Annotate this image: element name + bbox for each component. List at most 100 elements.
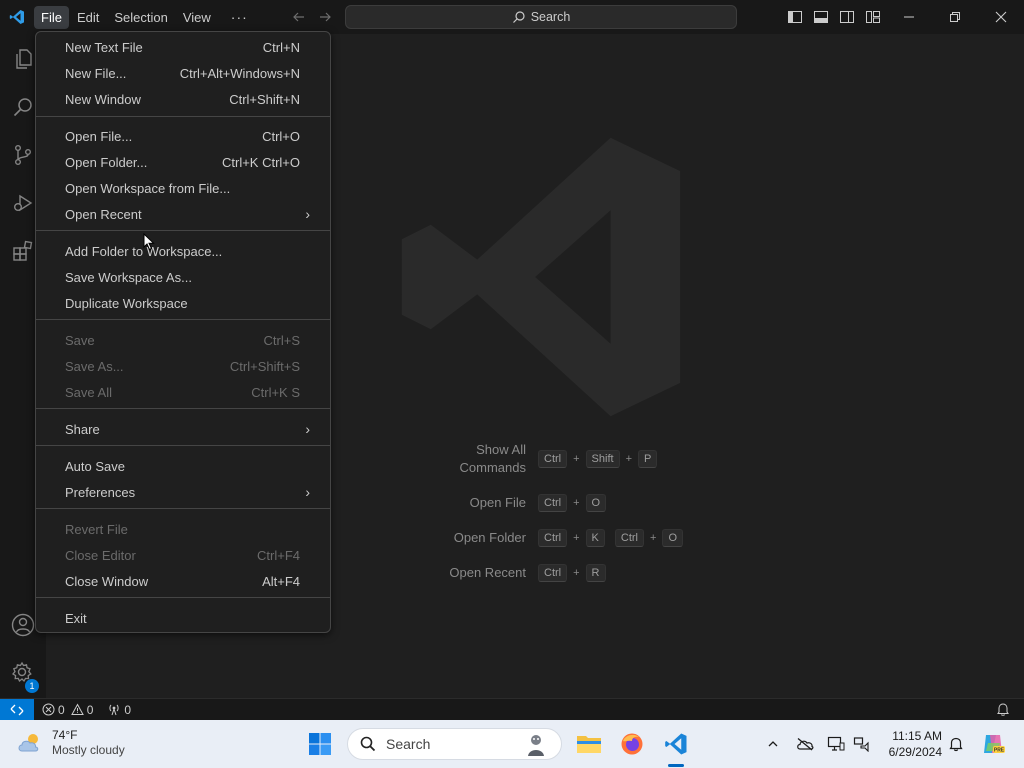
vscode-logo-icon bbox=[0, 0, 34, 34]
menu-item-new-window[interactable]: New Window Ctrl+Shift+N bbox=[40, 87, 326, 111]
shortcut-show-all-commands: Show All Commands Ctrl + Shift + P bbox=[446, 441, 658, 477]
active-app-indicator bbox=[668, 764, 684, 767]
remote-indicator-icon[interactable] bbox=[0, 698, 34, 721]
windows-start-icon[interactable] bbox=[308, 732, 332, 761]
display-icon[interactable] bbox=[826, 734, 846, 754]
menu-item-add-folder-to-workspace[interactable]: Add Folder to Workspace... bbox=[40, 239, 326, 263]
toggle-panel-icon[interactable] bbox=[811, 7, 831, 27]
restore-window-icon[interactable] bbox=[932, 0, 978, 34]
vscode-watermark-logo-icon bbox=[396, 132, 686, 427]
menu-item-open-workspace-from-file[interactable]: Open Workspace from File... bbox=[40, 176, 326, 200]
ports-count: 0 bbox=[124, 702, 132, 717]
menu-selection[interactable]: Selection bbox=[107, 6, 174, 29]
search-icon bbox=[512, 11, 525, 23]
menu-item-save-all: Save All Ctrl+K S bbox=[65, 384, 300, 400]
key-ctrl: Ctrl bbox=[538, 450, 568, 468]
notifications-bell-icon[interactable] bbox=[996, 702, 1010, 720]
taskbar-search-box[interactable]: Search bbox=[347, 728, 562, 760]
menu-item-duplicate-workspace[interactable]: Duplicate Workspace bbox=[40, 291, 326, 315]
menu-item-save-as: Save As... Ctrl+Shift+S bbox=[65, 358, 300, 374]
customize-layout-icon[interactable] bbox=[863, 7, 883, 27]
menu-file[interactable]: File bbox=[34, 5, 69, 29]
problems-indicator[interactable]: 0 0 bbox=[42, 703, 93, 717]
vscode-taskbar-icon[interactable] bbox=[658, 728, 694, 760]
menu-item-new-text-file[interactable]: New Text File Ctrl+N bbox=[40, 35, 326, 59]
menu-view[interactable]: View bbox=[176, 6, 218, 29]
key-r: R bbox=[585, 564, 606, 582]
key-plus: + bbox=[625, 453, 632, 465]
file-explorer-icon[interactable] bbox=[571, 728, 607, 760]
shortcut-open-recent: Open Recent Ctrl + R bbox=[446, 564, 606, 582]
key-p: P bbox=[638, 450, 658, 468]
key-ctrl: Ctrl bbox=[538, 529, 568, 547]
mouse-pointer-icon bbox=[143, 232, 155, 256]
key-k: K bbox=[585, 529, 605, 547]
toggle-secondary-sidebar-icon[interactable] bbox=[837, 7, 857, 27]
menu-item-open-folder[interactable]: Open Folder... Ctrl+K Ctrl+O bbox=[40, 150, 326, 174]
windows-taskbar: 74°F Mostly cloudy Search 11:15 AM 6/29/… bbox=[0, 720, 1024, 768]
network-volume-icon[interactable] bbox=[852, 734, 872, 754]
shortcut-label-commands: Commands bbox=[459, 460, 526, 475]
key-plus: + bbox=[650, 532, 657, 544]
toggle-primary-sidebar-icon[interactable] bbox=[785, 7, 805, 27]
weather-widget[interactable]: 74°F Mostly cloudy bbox=[16, 728, 125, 758]
menu-separator bbox=[36, 445, 330, 446]
shortcut-label-open-recent: Open Recent bbox=[449, 565, 526, 580]
warning-count: 0 bbox=[86, 702, 94, 717]
command-center-search[interactable]: Search bbox=[345, 5, 737, 29]
menu-separator bbox=[36, 408, 330, 409]
file-menu-dropdown: New Text File Ctrl+N New File... Ctrl+Alt+… bbox=[35, 31, 331, 633]
close-window-icon[interactable] bbox=[978, 0, 1024, 34]
menu-separator bbox=[36, 230, 330, 231]
minimize-window-icon[interactable] bbox=[886, 0, 932, 34]
menu-item-share[interactable]: Share › bbox=[40, 417, 326, 441]
shortcut-label-show-all: Show All bbox=[476, 442, 526, 457]
chevron-right-icon: › bbox=[305, 421, 310, 437]
clock-date: 6/29/2024 bbox=[888, 745, 942, 759]
copilot-icon[interactable]: PRE bbox=[980, 731, 1006, 757]
cloud-sun-icon bbox=[18, 734, 39, 752]
search-highlight-icon bbox=[528, 735, 544, 756]
menu-item-open-recent[interactable]: Open Recent › bbox=[40, 202, 326, 226]
show-hidden-icons-chevron-icon[interactable] bbox=[763, 734, 783, 754]
weather-description: Mostly cloudy bbox=[52, 743, 125, 757]
shortcut-open-file: Open File Ctrl + O bbox=[446, 494, 607, 512]
menu-edit[interactable]: Edit bbox=[70, 6, 106, 29]
menu-item-new-file[interactable]: New File... Ctrl+Alt+Windows+N bbox=[40, 61, 326, 85]
menu-item-auto-save[interactable]: Auto Save bbox=[40, 454, 326, 478]
key-plus: + bbox=[573, 532, 580, 544]
menu-item-open-file[interactable]: Open File... Ctrl+O bbox=[40, 124, 326, 148]
menu-item-save: Save Ctrl+S bbox=[65, 332, 300, 348]
key-ctrl: Ctrl bbox=[538, 494, 568, 512]
nav-forward-arrow-icon[interactable] bbox=[312, 6, 338, 28]
shortcut-label-open-file: Open File bbox=[469, 495, 526, 510]
key-plus: + bbox=[573, 497, 580, 509]
manage-gear-icon[interactable]: 1 bbox=[0, 650, 46, 696]
firefox-icon[interactable] bbox=[614, 728, 650, 760]
menu-item-save-workspace-as[interactable]: Save Workspace As... bbox=[40, 265, 326, 289]
command-center-label: Search bbox=[530, 10, 571, 24]
key-plus: + bbox=[573, 567, 580, 579]
shortcut-open-folder: Open Folder Ctrl + K Ctrl + O bbox=[446, 529, 683, 547]
taskbar-clock[interactable]: 11:15 AM 6/29/2024 bbox=[880, 728, 942, 760]
onedrive-offline-icon[interactable] bbox=[795, 734, 815, 754]
menu-item-preferences[interactable]: Preferences › bbox=[40, 480, 326, 504]
menu-more-button[interactable]: ··· bbox=[223, 7, 256, 27]
warning-icon bbox=[70, 703, 84, 715]
weather-temperature: 74°F bbox=[52, 728, 78, 742]
menu-item-close-window[interactable]: Close Window Alt+F4 bbox=[40, 569, 326, 593]
error-icon bbox=[42, 703, 55, 716]
chevron-right-icon: › bbox=[305, 206, 310, 222]
clock-time: 11:15 AM bbox=[892, 729, 942, 743]
title-bar: File Edit Selection View ··· Search bbox=[0, 0, 1024, 34]
shortcut-label-open-folder: Open Folder bbox=[453, 530, 526, 545]
menu-item-exit[interactable]: Exit bbox=[40, 606, 326, 630]
nav-back-arrow-icon[interactable] bbox=[286, 6, 312, 28]
ports-indicator[interactable]: 0 bbox=[107, 703, 131, 717]
vscode-window: File Edit Selection View ··· Search 1 Sh… bbox=[0, 0, 1024, 768]
notifications-bell-icon[interactable] bbox=[946, 734, 966, 754]
broadcast-icon bbox=[109, 704, 119, 716]
status-bar: 0 0 0 bbox=[0, 698, 1024, 721]
accounts-badge: 1 bbox=[25, 679, 39, 693]
key-plus: + bbox=[573, 453, 580, 465]
